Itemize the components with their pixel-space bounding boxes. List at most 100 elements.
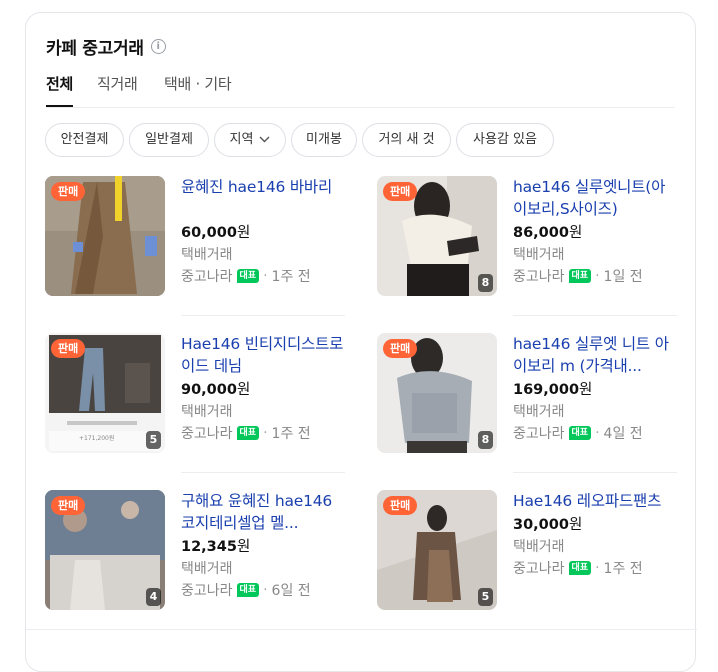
item-thumbnail[interactable]: 판매 4: [45, 490, 165, 610]
list-item[interactable]: 판매 5 Hae146 레오파드팬츠 30,000원 택배거래 중고나라 대표 …: [377, 490, 677, 615]
section-title: 카페 중고거래: [46, 39, 144, 59]
item-price: 60,000원: [181, 221, 250, 242]
separator-dot: ·: [595, 425, 600, 441]
item-meta: 중고나라 대표 · 1주 전: [181, 423, 311, 443]
price-value: 12,345: [181, 539, 237, 555]
list-item[interactable]: 판매 윤혜진 hae146 바바리 60,000원 택배거래 중고나라 대표 ·…: [45, 176, 345, 301]
item-thumbnail[interactable]: 판매 8: [377, 333, 497, 453]
cafe-name[interactable]: 중고나라: [513, 266, 565, 286]
item-thumbnail[interactable]: 판매 5: [377, 490, 497, 610]
post-time: 4일 전: [603, 426, 643, 442]
price-value: 169,000: [513, 382, 580, 398]
rep-badge: 대표: [236, 269, 260, 283]
item-meta: 중고나라 대표 · 4일 전: [513, 423, 643, 443]
list-item[interactable]: 판매 8 hae146 실루엣니트(아이보리,S사이즈) 86,000원 택배거…: [377, 176, 677, 301]
item-title-link[interactable]: Hae146 레오파드팬츠: [513, 490, 679, 512]
item-meta: 중고나라 대표 · 1주 전: [181, 266, 311, 286]
item-meta: 중고나라 대표 · 1주 전: [513, 558, 643, 578]
shipping-type: 택배거래: [181, 247, 233, 263]
item-thumbnail[interactable]: 판매 +171,200원 5: [45, 333, 165, 453]
photo-count-badge: 4: [146, 588, 161, 606]
chip-safe-payment[interactable]: 안전결제: [45, 123, 124, 157]
shipping-type: 택배거래: [513, 539, 565, 555]
row-divider: [513, 472, 677, 473]
rep-badge: 대표: [568, 269, 592, 283]
chip-almost-new[interactable]: 거의 새 것: [362, 123, 451, 157]
price-value: 90,000: [181, 382, 237, 398]
cafe-name[interactable]: 중고나라: [181, 423, 233, 443]
post-time: 1일 전: [603, 269, 643, 285]
sale-badge: 판매: [51, 182, 86, 201]
tab-direct-trade[interactable]: 직거래: [97, 73, 138, 106]
item-meta: 중고나라 대표 · 6일 전: [181, 580, 311, 600]
chip-unopened[interactable]: 미개봉: [291, 123, 357, 157]
sale-badge: 판매: [51, 339, 86, 358]
tab-bar: 전체 직거래 택배 · 기타: [46, 73, 675, 108]
section-header: 카페 중고거래 i: [46, 34, 166, 59]
item-title-link[interactable]: hae146 실루엣 니트 아이보리 m (가격내...: [513, 333, 679, 377]
chip-normal-payment[interactable]: 일반결제: [129, 123, 209, 157]
photo-count-badge: 8: [478, 431, 493, 449]
price-currency: 원: [236, 225, 251, 241]
item-thumbnail[interactable]: 판매: [45, 176, 165, 296]
item-title-link[interactable]: Hae146 빈티지디스트로이드 데님: [181, 333, 347, 377]
sale-badge: 판매: [383, 182, 418, 201]
price-value: 30,000: [513, 517, 569, 533]
post-time: 1주 전: [271, 269, 311, 285]
tab-delivery-etc[interactable]: 택배 · 기타: [164, 73, 232, 106]
row-divider: [181, 315, 345, 316]
post-time: 1주 전: [271, 426, 311, 442]
bottom-divider: [26, 629, 697, 630]
item-price: 169,000원: [513, 378, 592, 399]
row-divider: [513, 315, 677, 316]
cafe-name[interactable]: 중고나라: [513, 423, 565, 443]
separator-dot: ·: [595, 268, 600, 284]
chip-region[interactable]: 지역: [214, 123, 286, 157]
row-divider: [181, 472, 345, 473]
separator-dot: ·: [595, 560, 600, 576]
post-time: 6일 전: [271, 583, 311, 599]
item-thumbnail[interactable]: 판매 8: [377, 176, 497, 296]
price-value: 60,000: [181, 225, 237, 241]
price-currency: 원: [568, 517, 583, 533]
sale-badge: 판매: [51, 496, 86, 515]
photo-count-badge: 5: [146, 431, 161, 449]
sale-badge: 판매: [383, 496, 418, 515]
list-item[interactable]: 판매 +171,200원 5 Hae146 빈티지디스트로이드 데님 90,00…: [45, 333, 345, 458]
item-price: 12,345원: [181, 535, 250, 556]
list-item[interactable]: 판매 4 구해요 윤혜진 hae146 코지테리셀업 멜... 12,345원 …: [45, 490, 345, 615]
separator-dot: ·: [263, 268, 268, 284]
info-icon[interactable]: i: [150, 39, 166, 54]
separator-dot: ·: [263, 425, 268, 441]
price-currency: 원: [236, 382, 251, 398]
rep-badge: 대표: [236, 583, 260, 597]
rep-badge: 대표: [568, 426, 592, 440]
item-price: 30,000원: [513, 513, 582, 534]
thumbnail-caption: +171,200원: [79, 435, 115, 442]
sale-badge: 판매: [383, 339, 418, 358]
photo-count-badge: 5: [478, 588, 493, 606]
item-title-link[interactable]: 구해요 윤혜진 hae146 코지테리셀업 멜...: [181, 490, 347, 534]
item-title-link[interactable]: hae146 실루엣니트(아이보리,S사이즈): [513, 176, 679, 220]
shipping-type: 택배거래: [513, 247, 565, 263]
cafe-name[interactable]: 중고나라: [181, 580, 233, 600]
list-item[interactable]: 판매 8 hae146 실루엣 니트 아이보리 m (가격내... 169,00…: [377, 333, 677, 458]
shipping-type: 택배거래: [513, 404, 565, 420]
shipping-type: 택배거래: [181, 404, 233, 420]
separator-dot: ·: [263, 582, 268, 598]
item-title-link[interactable]: 윤혜진 hae146 바바리: [181, 176, 347, 198]
item-meta: 중고나라 대표 · 1일 전: [513, 266, 643, 286]
cafe-used-trade-card: 카페 중고거래 i 전체 직거래 택배 · 기타 안전결제 일반결제 지역 미개…: [25, 12, 697, 672]
price-value: 86,000: [513, 225, 569, 241]
chevron-down-icon: [259, 136, 270, 143]
post-time: 1주 전: [603, 561, 643, 577]
price-currency: 원: [236, 539, 251, 555]
price-currency: 원: [579, 382, 593, 398]
cafe-name[interactable]: 중고나라: [181, 266, 233, 286]
cafe-name[interactable]: 중고나라: [513, 558, 565, 578]
tab-all[interactable]: 전체: [46, 73, 73, 107]
item-price: 90,000원: [181, 378, 250, 399]
chip-used-feel[interactable]: 사용감 있음: [456, 123, 554, 157]
price-currency: 원: [568, 225, 583, 241]
photo-count-badge: 8: [478, 274, 493, 292]
